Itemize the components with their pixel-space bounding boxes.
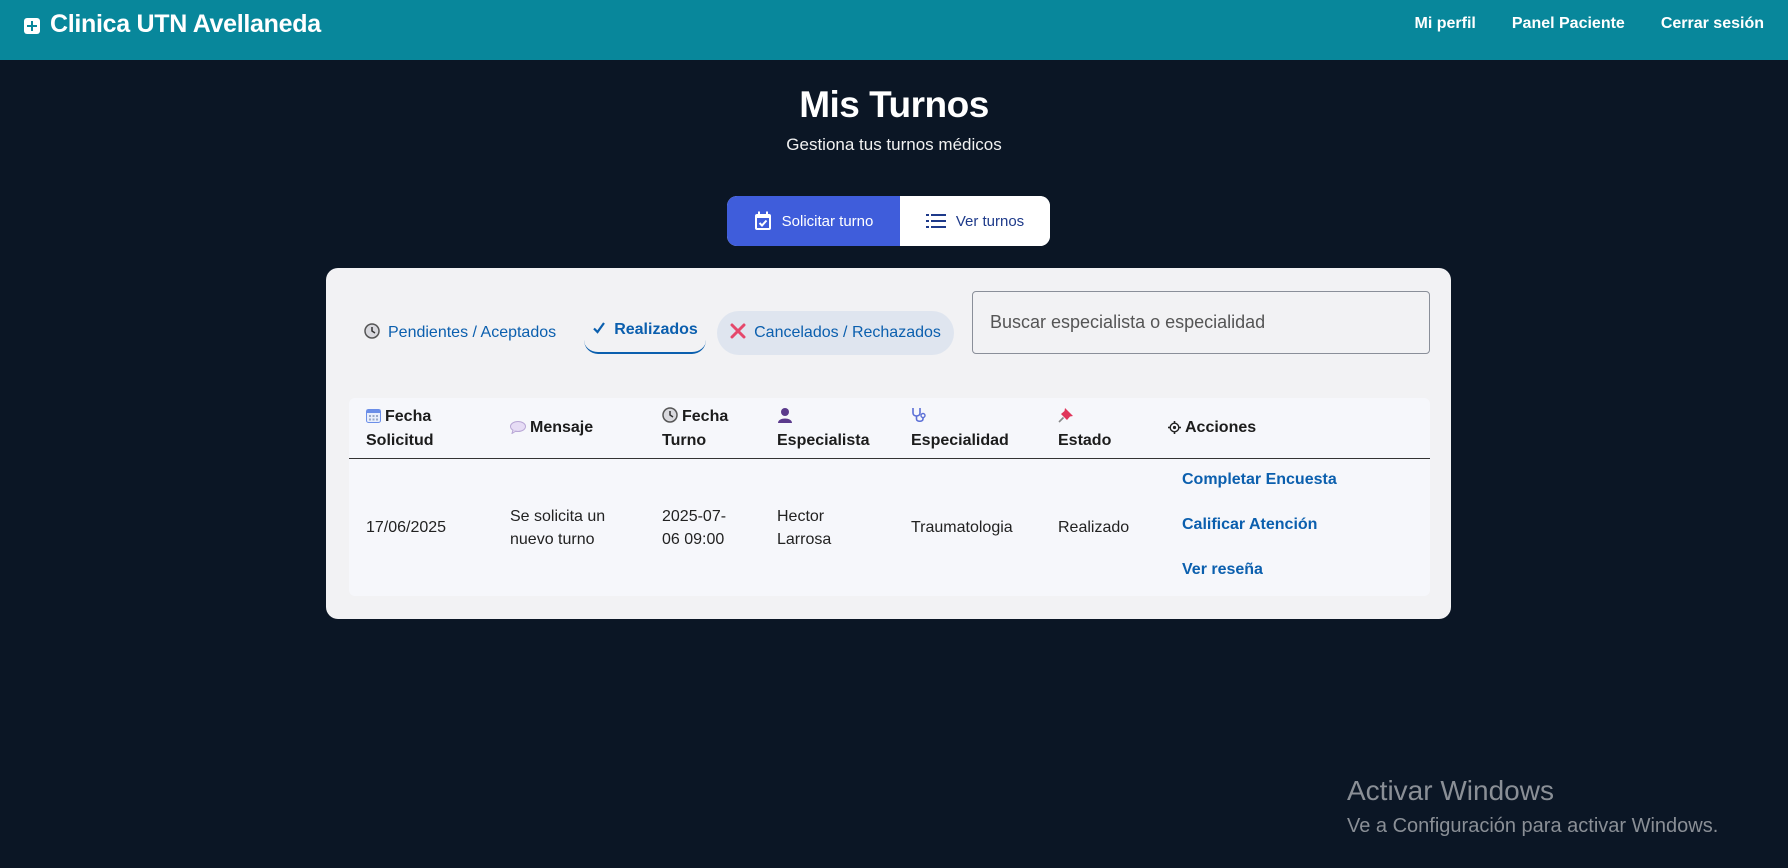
list-icon xyxy=(925,213,946,229)
page-subtitle: Gestiona tus turnos médicos xyxy=(786,135,1002,154)
filter-cancelados-label: Cancelados / Rechazados xyxy=(754,324,941,341)
th-especialista: Especialista xyxy=(777,406,870,452)
filter-realizados-label: Realizados xyxy=(614,321,698,338)
calificar-atencion-link[interactable]: Calificar Atención xyxy=(1182,516,1317,534)
nav-link-panel-paciente[interactable]: Panel Paciente xyxy=(1512,15,1625,33)
cell-estado: Realizado xyxy=(1058,519,1130,536)
th-estado: Estado xyxy=(1058,406,1111,452)
watermark-title: Activar Windows xyxy=(1347,775,1554,806)
cell-fecha-solicitud: 17/06/2025 xyxy=(366,519,447,536)
brand[interactable]: Clinica UTN Avellaneda xyxy=(24,10,321,39)
turnos-card: Pendientes / Aceptados Realizados Cancel… xyxy=(326,268,1451,619)
filter-pendientes-label: Pendientes / Aceptados xyxy=(388,324,557,341)
stethoscope-icon xyxy=(911,407,928,430)
filters-bar: Pendientes / Aceptados Realizados Cancel… xyxy=(326,268,1451,368)
check-icon xyxy=(592,321,606,340)
th-fecha-solicitud-l1: Fecha xyxy=(385,408,432,425)
cell-especialista-l1: Hector xyxy=(777,508,825,525)
view-toggle: Solicitar turno Ver turnos xyxy=(727,196,1050,246)
table-header: Fecha Solicitud Mensaje Fecha Turno Espe… xyxy=(349,398,1430,459)
calendar-icon xyxy=(366,408,381,430)
solicitar-turno-button[interactable]: Solicitar turno xyxy=(727,196,900,246)
cell-especialidad: Traumatologia xyxy=(911,519,1013,536)
person-icon xyxy=(777,407,793,430)
calendar-check-icon xyxy=(754,211,772,231)
clock-icon xyxy=(662,407,678,430)
solicitar-turno-label: Solicitar turno xyxy=(781,212,874,230)
pin-icon xyxy=(1058,407,1074,430)
speech-bubble-icon xyxy=(510,419,526,441)
windows-activation-watermark: Activar Windows Ve a Configuración para … xyxy=(1347,775,1718,838)
medical-cross-icon xyxy=(24,17,40,34)
search-input[interactable] xyxy=(972,291,1430,354)
th-fecha-turno-l1: Fecha xyxy=(682,408,729,425)
clock-icon xyxy=(364,322,380,344)
th-especialidad: Especialidad xyxy=(911,406,1009,452)
ver-resena-link[interactable]: Ver reseña xyxy=(1182,561,1263,579)
cell-especialista: Hector Larrosa xyxy=(777,505,831,551)
nav-links: Mi perfil Panel Paciente Cerrar sesión xyxy=(1415,15,1764,33)
nav-link-mi-perfil[interactable]: Mi perfil xyxy=(1415,15,1476,33)
cell-fecha-turno: 2025-07- 06 09:00 xyxy=(662,505,726,551)
page-title: Mis Turnos xyxy=(799,84,989,125)
cell-mensaje-l2: nuevo turno xyxy=(510,531,595,548)
ver-turnos-label: Ver turnos xyxy=(955,212,1025,230)
th-acciones: Acciones xyxy=(1168,417,1256,441)
th-especialista-label: Especialista xyxy=(777,432,870,449)
filter-cancelados-rechazados[interactable]: Cancelados / Rechazados xyxy=(717,311,954,355)
th-mensaje-label: Mensaje xyxy=(530,419,594,436)
gear-icon xyxy=(1168,419,1181,441)
th-fecha-turno-l2: Turno xyxy=(662,432,707,449)
th-fecha-solicitud-l2: Solicitud xyxy=(366,432,434,449)
brand-title: Clinica UTN Avellaneda xyxy=(50,10,321,38)
cell-especialista-l2: Larrosa xyxy=(777,531,832,548)
cross-icon xyxy=(730,323,746,344)
turnos-table: Fecha Solicitud Mensaje Fecha Turno Espe… xyxy=(349,398,1430,596)
ver-turnos-button[interactable]: Ver turnos xyxy=(900,196,1050,246)
th-fecha-turno: Fecha Turno xyxy=(662,406,728,452)
th-mensaje: Mensaje xyxy=(510,417,593,441)
watermark-subtitle: Ve a Configuración para activar Windows. xyxy=(1347,815,1719,837)
th-acciones-label: Acciones xyxy=(1185,419,1257,436)
cell-mensaje: Se solicita un nuevo turno xyxy=(510,505,605,551)
filter-pendientes-aceptados[interactable]: Pendientes / Aceptados xyxy=(364,311,556,355)
cell-mensaje-l1: Se solicita un xyxy=(510,508,606,525)
th-estado-label: Estado xyxy=(1058,432,1112,449)
nav-link-cerrar-sesion[interactable]: Cerrar sesión xyxy=(1661,15,1764,33)
cell-fecha-turno-l2: 06 09:00 xyxy=(662,531,725,548)
th-especialidad-label: Especialidad xyxy=(911,432,1009,449)
completar-encuesta-link[interactable]: Completar Encuesta xyxy=(1182,471,1337,489)
cell-fecha-turno-l1: 2025-07- xyxy=(662,508,727,525)
top-navbar: Clinica UTN Avellaneda Mi perfil Panel P… xyxy=(0,0,1788,60)
filter-realizados[interactable]: Realizados xyxy=(584,308,706,354)
th-fecha-solicitud: Fecha Solicitud xyxy=(366,406,434,452)
